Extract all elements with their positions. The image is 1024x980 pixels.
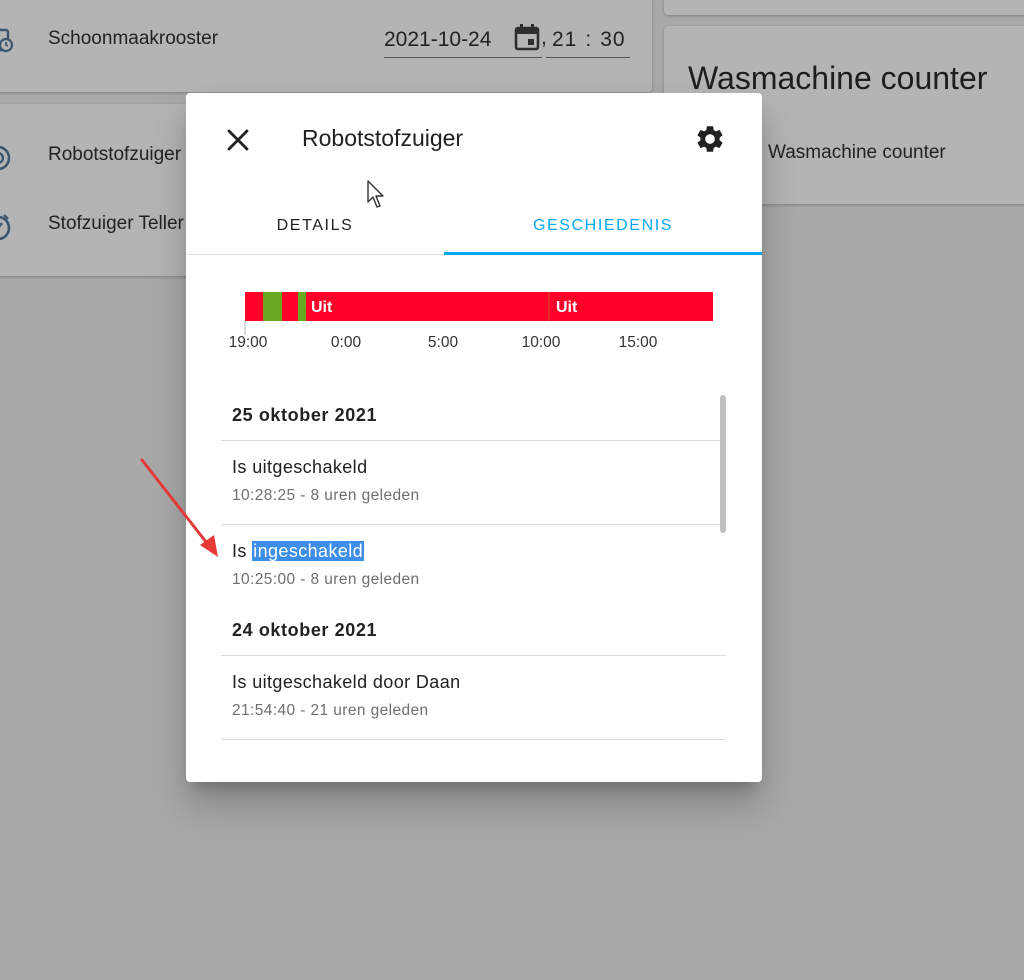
entry-time: 10:25:00 - 8 uren geleden: [232, 571, 420, 588]
list-item[interactable]: Is ingeschakeld 10:25:00 - 8 uren gelede…: [221, 525, 726, 606]
hour-value[interactable]: 21: [552, 28, 577, 52]
tab-label: GESCHIEDENIS: [532, 217, 674, 234]
entity-stofzuiger-teller[interactable]: Stofzuiger Teller: [48, 213, 184, 235]
selected-text[interactable]: ingeschakeld: [252, 541, 365, 561]
entry-time: 21:54:40 - 21 uren geleden: [232, 702, 429, 719]
tab-details[interactable]: DETAILS: [186, 197, 444, 255]
timeline-svg: Uit Uit 19:00 0:00 5:00 10:00 15:00: [229, 292, 713, 351]
minute-value[interactable]: 30: [600, 28, 625, 52]
entry-message: Is uitgeschakeld: [232, 457, 368, 477]
timeline-tick-label: 19:00: [229, 334, 268, 351]
entity-name: Stofzuiger Teller: [48, 213, 184, 234]
tab-history[interactable]: GESCHIEDENIS: [444, 197, 762, 255]
entry-message: Is uitgeschakeld door Daan: [232, 672, 461, 692]
day-date: 24 oktober 2021: [232, 620, 378, 640]
close-icon[interactable]: [224, 126, 252, 154]
timeline-segment-label: Uit: [311, 299, 333, 316]
timeline-segment-on[interactable]: [298, 292, 306, 321]
timeline-segment-label: Uit: [556, 299, 578, 316]
entry-message-prefix: Is: [232, 541, 253, 561]
card-title: Wasmachine counter: [688, 60, 988, 96]
day-header: 24 oktober 2021: [221, 606, 726, 656]
entity-name: Schoonmaakrooster: [48, 28, 219, 49]
tab-label: DETAILS: [276, 217, 354, 234]
robot-vacuum-icon: [0, 144, 12, 172]
day-header: 25 oktober 2021: [221, 391, 726, 441]
dialog-title: Robotstofzuiger: [302, 125, 464, 151]
list-item[interactable]: Is uitgeschakeld 10:28:25 - 8 uren geled…: [221, 441, 726, 525]
entity-wasmachine-counter[interactable]: Wasmachine counter: [768, 142, 946, 164]
list-item[interactable]: Is uitgeschakeld door Daan 21:54:40 - 21…: [221, 656, 726, 740]
timeline-tick-label: 10:00: [522, 334, 561, 351]
timer-icon: [0, 212, 12, 242]
entry-message: Is ingeschakeld: [232, 541, 726, 562]
entry-time: 10:28:25 - 8 uren geleden: [232, 487, 420, 504]
history-list[interactable]: 25 oktober 2021 Is uitgeschakeld 10:28:2…: [221, 391, 726, 771]
timeline-tick-label: 5:00: [428, 334, 459, 351]
entity-schoonmaakrooster[interactable]: Schoonmaakrooster: [48, 28, 218, 50]
calendar-icon[interactable]: [514, 23, 540, 57]
annotation-arrow-icon: [136, 455, 226, 570]
time-colon: :: [585, 27, 593, 51]
date-value: 2021-10-24: [384, 27, 492, 51]
calendar-clock-icon: [0, 26, 14, 54]
top-right-card: [664, 0, 1024, 15]
date-input[interactable]: 2021-10-24: [384, 22, 542, 58]
history-scrollbar[interactable]: [720, 395, 726, 533]
entity-name: Wasmachine counter: [768, 142, 946, 163]
time-input[interactable]: 21 : 30: [546, 22, 630, 58]
tab-bar: DETAILS GESCHIEDENIS: [186, 197, 762, 255]
active-tab-indicator: [444, 252, 762, 255]
entity-name: Robotstofzuiger: [48, 144, 182, 165]
entity-robotstofzuiger[interactable]: Robotstofzuiger: [48, 144, 181, 166]
timeline-tick-label: 15:00: [619, 334, 658, 351]
timeline-tick-label: 0:00: [331, 334, 362, 351]
day-date: 25 oktober 2021: [232, 405, 378, 425]
history-timeline[interactable]: Uit Uit 19:00 0:00 5:00 10:00 15:00: [226, 283, 726, 373]
more-info-dialog: Robotstofzuiger DETAILS GESCHIEDENIS Uit…: [186, 93, 762, 782]
mouse-cursor-icon: [367, 180, 389, 215]
gear-icon[interactable]: [694, 123, 726, 155]
timeline-segment-on[interactable]: [263, 292, 282, 321]
